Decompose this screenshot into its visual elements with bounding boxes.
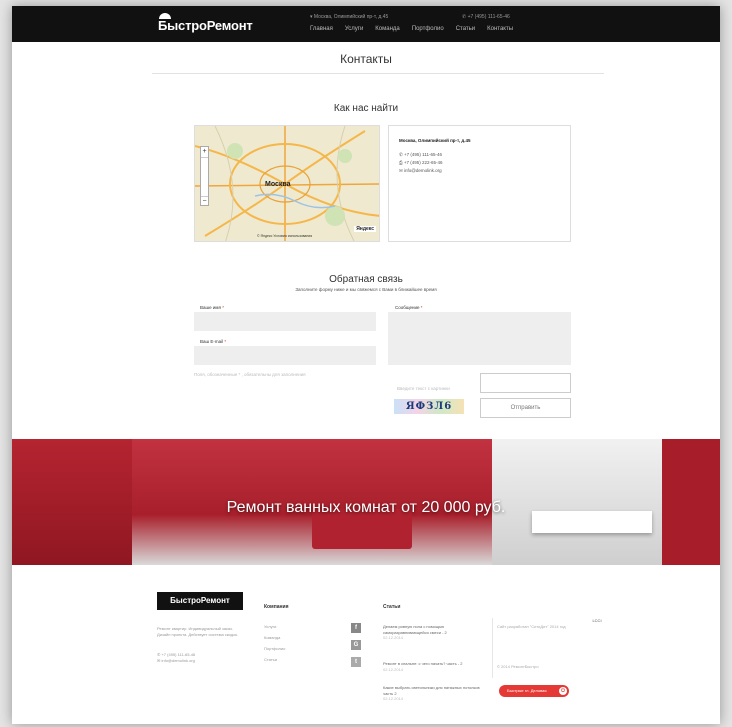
- cta-button[interactable]: Быстрые гл. Деловая ⏻: [499, 685, 569, 697]
- article-date: 02.12.2014: [383, 696, 404, 701]
- logo[interactable]: БыстроРемонт: [158, 13, 253, 33]
- logo-text: БыстроРемонт: [158, 18, 253, 33]
- lcc-logo[interactable]: LCCI: [590, 618, 604, 623]
- card-fax: ⎙ +7 (495) 222-65-46: [399, 160, 443, 165]
- footer-link-articles[interactable]: Статьи: [264, 657, 277, 663]
- card-phone-text: +7 (495) 111-65-46: [404, 152, 443, 157]
- article-item[interactable]: Ремонт в спальне: с чего начать? часть -…: [383, 661, 483, 672]
- helmet-icon: [159, 13, 171, 19]
- footer-link-portfolio[interactable]: Портфолио: [264, 646, 285, 652]
- captcha-label: Введите текст с картинки: [397, 386, 450, 391]
- main-nav: Главная Услуги Команда Портфолио Статьи …: [310, 26, 513, 32]
- map-city-label: Москва: [265, 181, 291, 188]
- card-email-text[interactable]: info@demolink.org: [404, 168, 442, 173]
- footer-link-services[interactable]: Услуги: [264, 624, 276, 630]
- find-us-heading: Как нас найти: [333, 103, 399, 114]
- required-hint: Поля, обозначенные * , обязательны для з…: [194, 372, 306, 377]
- footer-divider: [492, 618, 493, 678]
- article-item[interactable]: Какие выбрать светильники для натяжных п…: [383, 685, 483, 702]
- name-label: Ваше имя *: [200, 305, 224, 310]
- article-date: 02.12.2014: [383, 666, 404, 672]
- footer-email-text[interactable]: info@demolink.org: [161, 658, 194, 663]
- page: БыстроРемонт ▾ Москва, Олимпийский пр-т,…: [12, 6, 720, 724]
- zoom-out-button[interactable]: −: [201, 197, 208, 207]
- email-label-text: Ваш E-mail: [200, 339, 224, 344]
- feedback-subtitle: Заполните форму ниже и мы свяжемся с Вам…: [295, 287, 437, 292]
- header-phone-text: +7 (495) 111-65-46: [467, 14, 510, 20]
- article-item[interactable]: Делаем ровную пола с помощью саморазравн…: [383, 624, 483, 641]
- cta-label: Быстрые гл. Деловая: [507, 688, 547, 693]
- message-label-text: Сообщение: [395, 305, 420, 310]
- zoom-in-button[interactable]: +: [201, 147, 208, 157]
- site-header: БыстроРемонт ▾ Москва, Олимпийский пр-т,…: [12, 6, 720, 42]
- footer-link-team[interactable]: Команда: [264, 635, 280, 641]
- required-mark: *: [420, 305, 423, 310]
- banner-text: Ремонт ванных комнат от 20 000 руб.: [226, 499, 506, 516]
- promo-banner[interactable]: Ремонт ванных комнат от 20 000 руб.: [12, 439, 720, 565]
- developer-note: Сайт разработан "СитиДит" 2014 год: [497, 624, 566, 629]
- footer-about: Ремонт квартир. Индивидуальный заказ. Ди…: [157, 626, 239, 637]
- send-button[interactable]: Отправить: [480, 398, 571, 418]
- article-title[interactable]: Делаем ровную пола с помощью саморазравн…: [383, 624, 483, 635]
- nav-item-contacts[interactable]: Контакты: [487, 26, 513, 32]
- divider: [152, 73, 604, 74]
- card-phone: ✆ +7 (495) 111-65-46: [399, 152, 442, 158]
- header-address-text: Москва, Олимпийский пр-т, д.45: [313, 14, 389, 20]
- name-field[interactable]: [194, 312, 376, 331]
- card-fax-text: +7 (495) 222-65-46: [403, 160, 443, 165]
- article-date: 02.12.2014: [383, 635, 404, 640]
- footer-logo[interactable]: БыстроРемонт: [157, 592, 243, 610]
- page-title: Контакты: [340, 52, 392, 66]
- message-label: Сообщение *: [395, 305, 423, 310]
- nav-item-team[interactable]: Команда: [375, 26, 399, 32]
- map[interactable]: + − Москва Яндекс © Яндекс Условия испол…: [194, 125, 380, 242]
- footer-company-heading: Компания: [264, 604, 289, 610]
- footer-phone-text: +7 (495) 111-65-46: [161, 652, 196, 657]
- email-field[interactable]: [194, 346, 376, 365]
- captcha-image: ЯФЗЛ6: [394, 399, 464, 414]
- twitter-icon[interactable]: t: [351, 657, 361, 667]
- email-label: Ваш E-mail *: [200, 339, 226, 344]
- required-mark: *: [224, 339, 227, 344]
- facebook-icon[interactable]: f: [351, 623, 361, 633]
- captcha-input[interactable]: [480, 373, 571, 393]
- nav-item-articles[interactable]: Статьи: [456, 26, 475, 32]
- message-textarea[interactable]: [388, 312, 571, 365]
- card-address: Москва, Олимпийский пр-т, д.45: [399, 138, 471, 143]
- contact-card: Москва, Олимпийский пр-т, д.45 ✆ +7 (495…: [388, 125, 571, 242]
- nav-item-portfolio[interactable]: Портфолио: [412, 26, 444, 32]
- required-mark: *: [222, 305, 224, 310]
- footer-articles-heading: Статьи: [383, 604, 401, 610]
- article-title[interactable]: Какие выбрать светильники для натяжных п…: [383, 685, 483, 696]
- map-brand[interactable]: Яндекс: [354, 226, 376, 232]
- zoom-slider[interactable]: [201, 157, 208, 197]
- card-email[interactable]: ✉ info@demolink.org: [399, 168, 442, 174]
- map-footer[interactable]: © Яндекс Условия использования: [257, 234, 312, 238]
- footer-email[interactable]: ✉ info@demolink.org: [157, 658, 195, 664]
- map-zoom-control[interactable]: + −: [200, 146, 209, 206]
- nav-item-services[interactable]: Услуги: [345, 26, 363, 32]
- nav-item-home[interactable]: Главная: [310, 26, 333, 32]
- name-label-text: Ваше имя: [200, 305, 221, 310]
- header-address: ▾ Москва, Олимпийский пр-т, д.45: [310, 14, 388, 20]
- feedback-heading: Обратная связь: [329, 274, 403, 285]
- header-phone: ✆ +7 (495) 111-65-46: [462, 14, 510, 20]
- google-plus-icon[interactable]: G: [351, 640, 361, 650]
- copyright: © 2014 РемонтБыстро: [497, 664, 539, 669]
- power-icon: ⏻: [559, 687, 567, 695]
